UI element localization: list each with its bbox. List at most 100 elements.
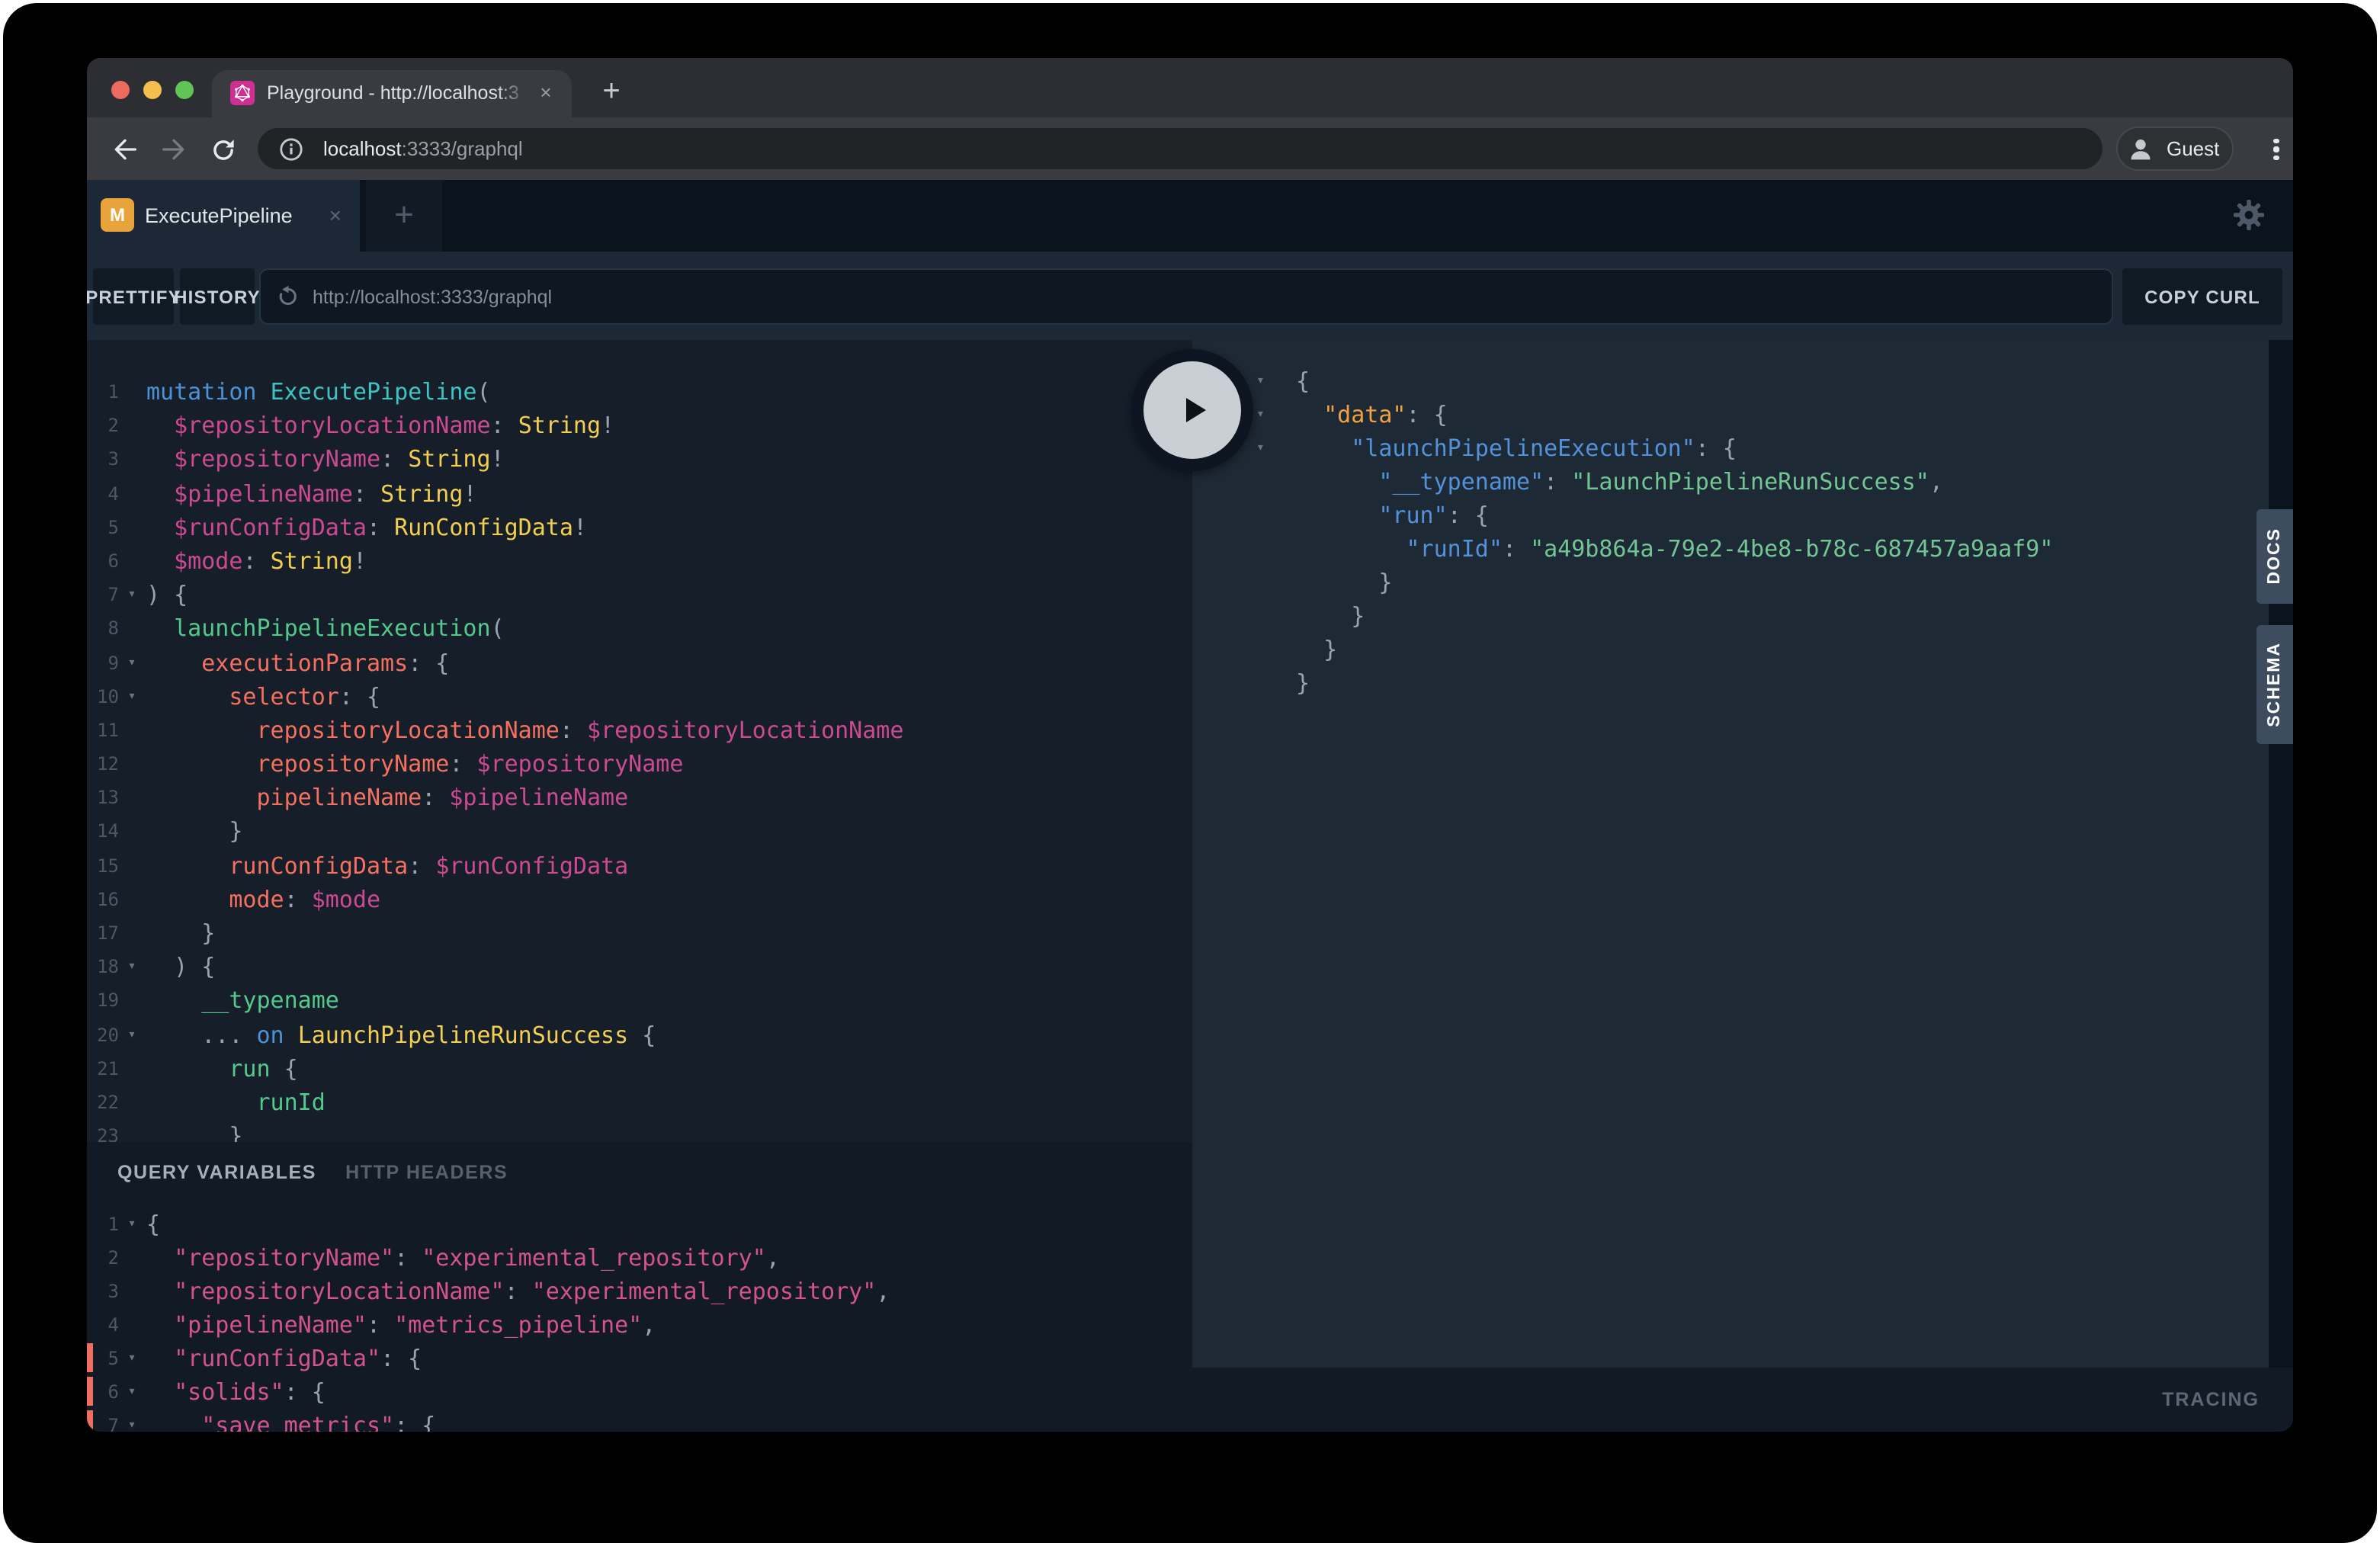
browser-toolbar: localhost:3333/graphql Guest [87, 117, 2293, 180]
variables-editor[interactable]: 1▾{2 "repositoryName": "experimental_rep… [87, 1208, 1192, 1432]
fold-arrow-icon[interactable]: ▾ [1256, 364, 1294, 398]
kebab-menu-icon [2274, 138, 2279, 143]
fold-arrow-icon[interactable]: ▾ [119, 1018, 145, 1051]
query-editor[interactable]: 1mutation ExecutePipeline(2 $repositoryL… [87, 375, 1192, 1153]
line-number: 17 [87, 916, 119, 950]
line-number: 15 [87, 848, 119, 882]
line-number: 4 [87, 1308, 119, 1342]
profile-button[interactable]: Guest [2116, 127, 2234, 171]
settings-gear-icon[interactable] [2231, 197, 2267, 233]
fold-arrow-icon[interactable]: ▾ [119, 1208, 145, 1241]
code-line: } [1256, 666, 2269, 700]
new-tab-button[interactable]: + [590, 70, 633, 113]
code-line: 13 pipelineName: $pipelineName [87, 781, 1192, 815]
tab-query-variables[interactable]: QUERY VARIABLES [117, 1162, 316, 1183]
code-line: 15 runConfigData: $runConfigData [87, 848, 1192, 882]
mutation-badge: M [101, 198, 134, 232]
line-number: 18 [87, 950, 119, 983]
code-line: 5 $runConfigData: RunConfigData! [87, 511, 1192, 544]
playground-tab-close-icon[interactable]: × [329, 180, 342, 252]
reload-button[interactable] [203, 130, 242, 169]
fold-spacer [119, 1241, 145, 1275]
code-line: "runId": "a49b864a-79e2-4be8-b78c-687457… [1256, 532, 2269, 566]
close-window-button[interactable] [111, 81, 130, 99]
fold-spacer [1256, 532, 1294, 566]
fold-arrow-icon[interactable]: ▾ [1256, 431, 1294, 465]
code-line: 9▾ executionParams: { [87, 646, 1192, 679]
code-line: ▾ "launchPipelineExecution": { [1256, 431, 2269, 465]
fold-arrow-icon[interactable]: ▾ [119, 578, 145, 611]
code-line: 19 __typename [87, 984, 1192, 1018]
code-line: 3 $repositoryName: String! [87, 443, 1192, 476]
tab-close-icon[interactable]: × [532, 79, 560, 107]
forward-button[interactable] [154, 130, 194, 169]
fold-spacer [119, 1275, 145, 1308]
fold-arrow-icon[interactable]: ▾ [119, 646, 145, 679]
fold-spacer [1256, 465, 1294, 499]
play-icon [1168, 386, 1217, 435]
url-host: localhost [323, 137, 402, 160]
line-number: 7 [87, 578, 119, 611]
browser-titlebar: Playground - http://localhost:3 × + [87, 58, 2293, 117]
prettify-button[interactable]: PRETTIFY [93, 268, 174, 325]
code-line: 1▾{ [87, 1208, 1192, 1241]
code-line: 2 "repositoryName": "experimental_reposi… [87, 1241, 1192, 1275]
copy-curl-button[interactable]: COPY CURL [2122, 268, 2282, 325]
fold-spacer [119, 714, 145, 747]
zoom-window-button[interactable] [175, 81, 194, 99]
playground-new-tab-button[interactable]: + [366, 180, 442, 252]
playground-tab[interactable]: M ExecutePipeline × [87, 180, 360, 252]
fold-spacer [119, 1086, 145, 1119]
line-number: 9 [87, 646, 119, 679]
reload-icon [208, 135, 237, 164]
code-line: 12 repositoryName: $repositoryName [87, 747, 1192, 781]
line-number: 10 [87, 679, 119, 713]
code-line: 6▾ "solids": { [87, 1375, 1192, 1409]
tracing-bar: TRACING [1192, 1368, 2293, 1432]
fold-spacer [119, 375, 145, 409]
fold-arrow-icon[interactable]: ▾ [119, 950, 145, 983]
query-pane: 1mutation ExecutePipeline(2 $repositoryL… [87, 340, 1192, 1432]
code-line: 5▾ "runConfigData": { [87, 1342, 1192, 1375]
endpoint-url: http://localhost:3333/graphql [313, 286, 552, 307]
docs-tab[interactable]: DOCS [2257, 509, 2293, 604]
back-arrow-icon [110, 134, 140, 165]
tab-http-headers[interactable]: HTTP HEADERS [345, 1162, 508, 1183]
history-button[interactable]: HISTORY [180, 268, 255, 325]
line-number: 1 [87, 1208, 119, 1241]
fold-arrow-icon[interactable]: ▾ [119, 1342, 145, 1375]
fold-arrow-icon[interactable]: ▾ [119, 1409, 145, 1432]
fold-spacer [119, 747, 145, 781]
line-number: 6 [87, 544, 119, 578]
code-line: 17 } [87, 916, 1192, 950]
line-number: 14 [87, 815, 119, 848]
back-button[interactable] [105, 130, 145, 169]
playground-toolbar: PRETTIFY HISTORY http://localhost:3333/g… [87, 252, 2293, 340]
schema-tab[interactable]: SCHEMA [2257, 625, 2293, 744]
fold-arrow-icon[interactable]: ▾ [1256, 398, 1294, 431]
fold-spacer [119, 883, 145, 916]
minimize-window-button[interactable] [143, 81, 162, 99]
site-info-icon[interactable] [279, 136, 303, 161]
graphql-favicon-icon [230, 81, 255, 105]
fold-spacer [119, 1308, 145, 1342]
address-bar[interactable]: localhost:3333/graphql [258, 128, 2103, 169]
profile-label: Guest [2167, 137, 2219, 160]
fold-arrow-icon[interactable]: ▾ [119, 679, 145, 713]
execute-button[interactable] [1131, 349, 1253, 471]
screen: Playground - http://localhost:3 × + [0, 0, 2380, 1546]
fold-spacer [119, 476, 145, 510]
side-tab-strip [2269, 340, 2293, 1432]
fold-spacer [1256, 666, 1294, 700]
browser-tab[interactable]: Playground - http://localhost:3 × [212, 70, 572, 117]
response-pane: ▾{▾ "data": {▾ "launchPipelineExecution"… [1192, 340, 2269, 1432]
tracing-toggle[interactable]: TRACING [2162, 1368, 2260, 1432]
code-line: "run": { [1256, 499, 2269, 532]
browser-menu-button[interactable] [2258, 131, 2293, 168]
forward-arrow-icon [159, 134, 189, 165]
endpoint-input[interactable]: http://localhost:3333/graphql [259, 268, 2113, 325]
code-line: 1mutation ExecutePipeline( [87, 375, 1192, 409]
fold-spacer [119, 916, 145, 950]
line-number: 2 [87, 1241, 119, 1275]
fold-arrow-icon[interactable]: ▾ [119, 1375, 145, 1409]
